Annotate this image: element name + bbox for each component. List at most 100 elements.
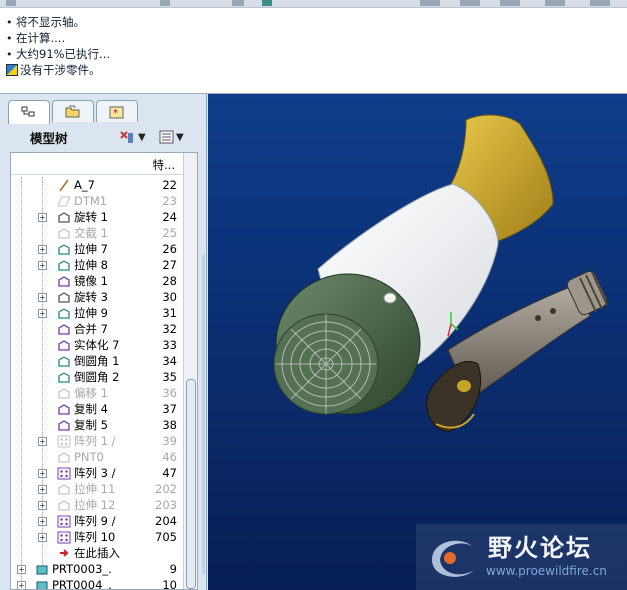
tree-row[interactable]: 在此插入 xyxy=(11,545,183,561)
toolbar-button[interactable] xyxy=(590,0,610,6)
pattern-icon xyxy=(57,467,71,480)
svg-text:*: * xyxy=(113,108,118,119)
settings-dropdown-button[interactable]: ▼ xyxy=(118,128,146,146)
toolbar-button[interactable] xyxy=(500,0,520,6)
tree-row[interactable]: + 阵列 9 / 204 xyxy=(11,513,183,529)
tree-row[interactable]: + 拉伸 11 202 xyxy=(11,481,183,497)
toolbar-button[interactable] xyxy=(545,0,565,6)
tree-row-label: 阵列 1 / xyxy=(74,434,116,448)
tree-row[interactable]: 复制 4 37 xyxy=(11,401,183,417)
hair-dryer-model xyxy=(273,114,608,433)
tree-row-feature-number: 204 xyxy=(155,514,177,528)
revolve-icon xyxy=(57,211,71,224)
expand-toggle[interactable]: + xyxy=(38,436,47,446)
toolbar-button[interactable] xyxy=(160,0,170,6)
tab-favorites[interactable]: * xyxy=(96,100,138,122)
tree-row-feature-number: 24 xyxy=(162,210,177,224)
toolbar-button[interactable] xyxy=(420,0,440,6)
tree-row-feature-number: 32 xyxy=(162,322,177,336)
tree-row-label: 拉伸 11 xyxy=(74,482,116,496)
toolbar-button[interactable] xyxy=(262,0,272,6)
show-dropdown-button[interactable]: ▼ xyxy=(158,128,184,146)
expand-toggle[interactable]: + xyxy=(38,500,47,510)
tree-row-label: 合并 7 xyxy=(74,322,108,336)
expand-toggle[interactable]: + xyxy=(17,564,26,574)
tree-row[interactable]: + 拉伸 12 203 xyxy=(11,497,183,513)
chevron-down-icon: ▼ xyxy=(138,131,146,143)
message-text: 将不显示轴。 xyxy=(16,15,85,29)
tree-row[interactable]: 偏移 1 36 xyxy=(11,385,183,401)
tree-part-row[interactable]: + PRT0003_. 9 xyxy=(11,561,183,577)
tree-row[interactable]: + 阵列 1 / 39 xyxy=(11,433,183,449)
top-toolbar xyxy=(0,0,627,8)
bullet-icon: • xyxy=(6,47,13,61)
extrude-icon xyxy=(57,243,71,256)
round-icon xyxy=(57,355,71,368)
extrude-icon xyxy=(57,483,71,496)
tree-row[interactable]: + 阵列 3 / 47 xyxy=(11,465,183,481)
tree-row[interactable]: + 旋转 3 30 xyxy=(11,289,183,305)
chevron-down-icon: ▼ xyxy=(176,131,184,143)
tree-row[interactable]: 倒圆角 2 35 xyxy=(11,369,183,385)
expand-toggle[interactable]: + xyxy=(38,308,47,318)
toolbar-button[interactable] xyxy=(232,0,244,6)
panel-splitter[interactable] xyxy=(200,254,207,584)
expand-toggle[interactable]: + xyxy=(38,292,47,302)
tree-row[interactable]: 合并 7 32 xyxy=(11,321,183,337)
tree-part-row[interactable]: + PRT0004_. 10 xyxy=(11,577,183,589)
tree-row[interactable]: + 旋转 1 24 xyxy=(11,209,183,225)
message-text: 没有干涉零件。 xyxy=(20,63,101,77)
expand-toggle[interactable]: + xyxy=(38,244,47,254)
column-header-label[interactable]: 特... xyxy=(153,157,175,173)
round-icon xyxy=(57,371,71,384)
tree-row[interactable]: 复制 5 38 xyxy=(11,417,183,433)
watermark-title: 野火论坛 xyxy=(488,534,592,562)
navigator-panel: * 模型树 ▼ ▼ 特... A_7 22 DTM1 23 + 旋转 1 24 交截 1 25 +… xyxy=(0,94,207,590)
graphics-viewport[interactable]: 野火论坛 www.proewildfire.cn xyxy=(208,94,627,590)
pattern-icon xyxy=(57,531,71,544)
expand-toggle[interactable]: + xyxy=(17,580,26,589)
tab-folder-browser[interactable] xyxy=(52,100,94,122)
expand-toggle[interactable]: + xyxy=(38,212,47,222)
scrollbar-thumb[interactable] xyxy=(186,379,196,589)
tree-row[interactable]: DTM1 23 xyxy=(11,193,183,209)
tree-row-feature-number: 33 xyxy=(162,338,177,352)
vertical-scrollbar[interactable] xyxy=(183,153,197,589)
insert-here-icon xyxy=(57,547,71,560)
tree-row-label: 拉伸 12 xyxy=(74,498,116,512)
datum-point-icon xyxy=(57,451,71,464)
axis-icon xyxy=(57,179,71,192)
expand-toggle[interactable]: + xyxy=(38,260,47,270)
message-area: • 将不显示轴。 • 在计算.... • 大约91%已执行... 没有干涉零件。 xyxy=(0,8,627,94)
tree-row-feature-number: 22 xyxy=(162,178,177,192)
tree-row[interactable]: + 拉伸 9 31 xyxy=(11,305,183,321)
message-text: 大约91%已执行... xyxy=(16,47,111,61)
tree-row[interactable]: 实体化 7 33 xyxy=(11,337,183,353)
tree-row[interactable]: PNT0 46 xyxy=(11,449,183,465)
tree-row[interactable]: + 拉伸 8 27 xyxy=(11,257,183,273)
expand-toggle[interactable]: + xyxy=(38,468,47,478)
expand-toggle[interactable]: + xyxy=(38,484,47,494)
intersect-icon xyxy=(57,227,71,240)
tree-row-label: DTM1 xyxy=(74,194,108,208)
tree-row-label: 在此插入 xyxy=(74,546,120,560)
bullet-icon: • xyxy=(6,31,13,45)
tree-row-label: 复制 4 xyxy=(74,402,108,416)
forum-logo-icon xyxy=(432,540,474,577)
folder-browser-icon xyxy=(65,105,80,117)
watermark-url: www.proewildfire.cn xyxy=(486,564,607,578)
tree-row-feature-number: 37 xyxy=(162,402,177,416)
expand-toggle[interactable]: + xyxy=(38,532,47,542)
tree-row-label: 拉伸 7 xyxy=(74,242,108,256)
tree-row-label: 倒圆角 2 xyxy=(74,370,120,384)
toolbar-button[interactable] xyxy=(6,0,16,6)
tree-row[interactable]: + 拉伸 7 26 xyxy=(11,241,183,257)
tree-row[interactable]: + 阵列 10 705 xyxy=(11,529,183,545)
expand-toggle[interactable]: + xyxy=(38,516,47,526)
tree-row[interactable]: 交截 1 25 xyxy=(11,225,183,241)
tree-row[interactable]: A_7 22 xyxy=(11,177,183,193)
tab-model-tree[interactable] xyxy=(8,100,50,124)
toolbar-button[interactable] xyxy=(460,0,480,6)
tree-row[interactable]: 镜像 1 28 xyxy=(11,273,183,289)
tree-row[interactable]: 倒圆角 1 34 xyxy=(11,353,183,369)
